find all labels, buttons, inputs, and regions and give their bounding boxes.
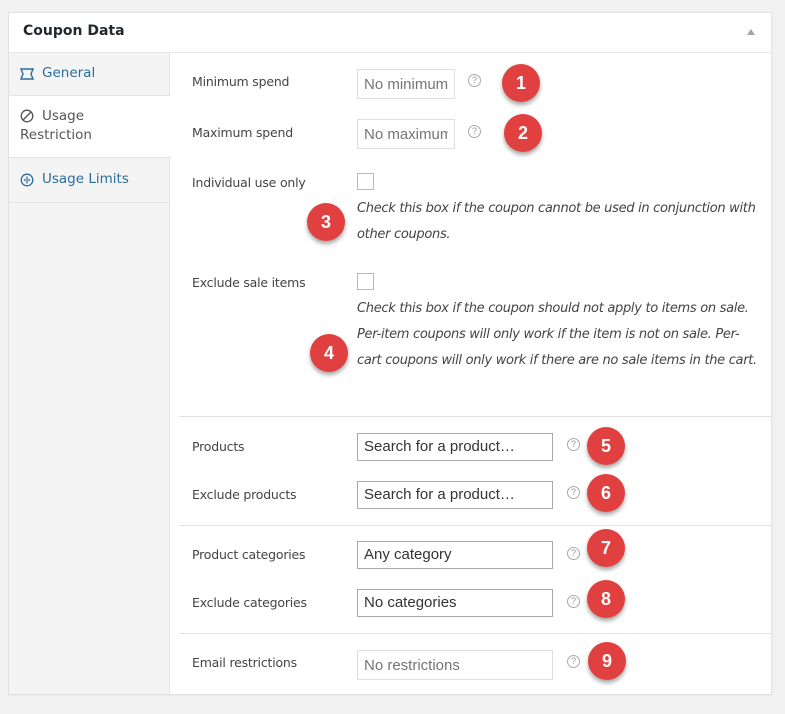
- annotation-badge-4: 4: [310, 334, 348, 372]
- exclude-products-search-input[interactable]: Search for a product…: [357, 481, 553, 509]
- section-divider: [179, 525, 771, 526]
- help-icon[interactable]: ?: [567, 486, 580, 499]
- tab-label: General: [42, 65, 96, 81]
- tab-usage-restriction[interactable]: Usage Restriction: [9, 96, 171, 158]
- email-restrictions-label: Email restrictions: [192, 655, 297, 670]
- products-search-input[interactable]: Search for a product…: [357, 433, 553, 461]
- annotation-badge-8: 8: [587, 580, 625, 618]
- coupon-data-panel: Coupon Data General Usage Restriction Us…: [8, 12, 772, 695]
- annotation-badge-6: 6: [587, 474, 625, 512]
- help-icon[interactable]: ?: [567, 547, 580, 560]
- annotation-badge-1: 1: [502, 64, 540, 102]
- tab-general[interactable]: General: [9, 53, 170, 96]
- usage-restriction-panel: Minimum spend ? 1 Maximum spend ? 2 Indi…: [171, 53, 771, 694]
- individual-use-label: Individual use only: [192, 175, 306, 190]
- maximum-spend-input[interactable]: [357, 119, 455, 149]
- help-icon[interactable]: ?: [567, 655, 580, 668]
- individual-use-description: Check this box if the coupon cannot be u…: [357, 201, 756, 242]
- maximum-spend-label: Maximum spend: [192, 125, 293, 140]
- exclude-sale-description: Check this box if the coupon should not …: [357, 301, 757, 368]
- help-icon[interactable]: ?: [468, 74, 481, 87]
- annotation-badge-2: 2: [504, 114, 542, 152]
- coupon-tabs: General Usage Restriction Usage Limits: [9, 53, 171, 694]
- annotation-badge-9: 9: [588, 642, 626, 680]
- limits-icon: [20, 173, 34, 187]
- product-categories-label: Product categories: [192, 547, 306, 562]
- email-restrictions-input[interactable]: [357, 650, 553, 680]
- individual-use-checkbox[interactable]: [357, 173, 374, 190]
- exclude-categories-label: Exclude categories: [192, 595, 307, 610]
- section-divider: [179, 416, 771, 417]
- exclude-products-label: Exclude products: [192, 487, 297, 502]
- ticket-icon: [20, 68, 34, 80]
- section-divider: [179, 633, 771, 634]
- tab-usage-limits[interactable]: Usage Limits: [9, 158, 170, 203]
- tab-label: Usage Restriction: [20, 108, 92, 143]
- products-label: Products: [192, 439, 245, 454]
- panel-title: Coupon Data: [23, 23, 125, 39]
- help-icon[interactable]: ?: [567, 438, 580, 451]
- annotation-badge-7: 7: [587, 529, 625, 567]
- help-icon[interactable]: ?: [468, 125, 481, 138]
- annotation-badge-5: 5: [587, 427, 625, 465]
- tab-label: Usage Limits: [42, 171, 129, 187]
- exclude-sale-label: Exclude sale items: [192, 275, 306, 290]
- annotation-badge-3: 3: [307, 203, 345, 241]
- panel-header: Coupon Data: [9, 13, 771, 53]
- exclude-categories-select[interactable]: No categories: [357, 589, 553, 617]
- help-icon[interactable]: ?: [567, 595, 580, 608]
- minimum-spend-input[interactable]: [357, 69, 455, 99]
- exclude-sale-checkbox[interactable]: [357, 273, 374, 290]
- product-categories-select[interactable]: Any category: [357, 541, 553, 569]
- collapse-toggle-icon[interactable]: [747, 29, 755, 35]
- minimum-spend-label: Minimum spend: [192, 74, 290, 89]
